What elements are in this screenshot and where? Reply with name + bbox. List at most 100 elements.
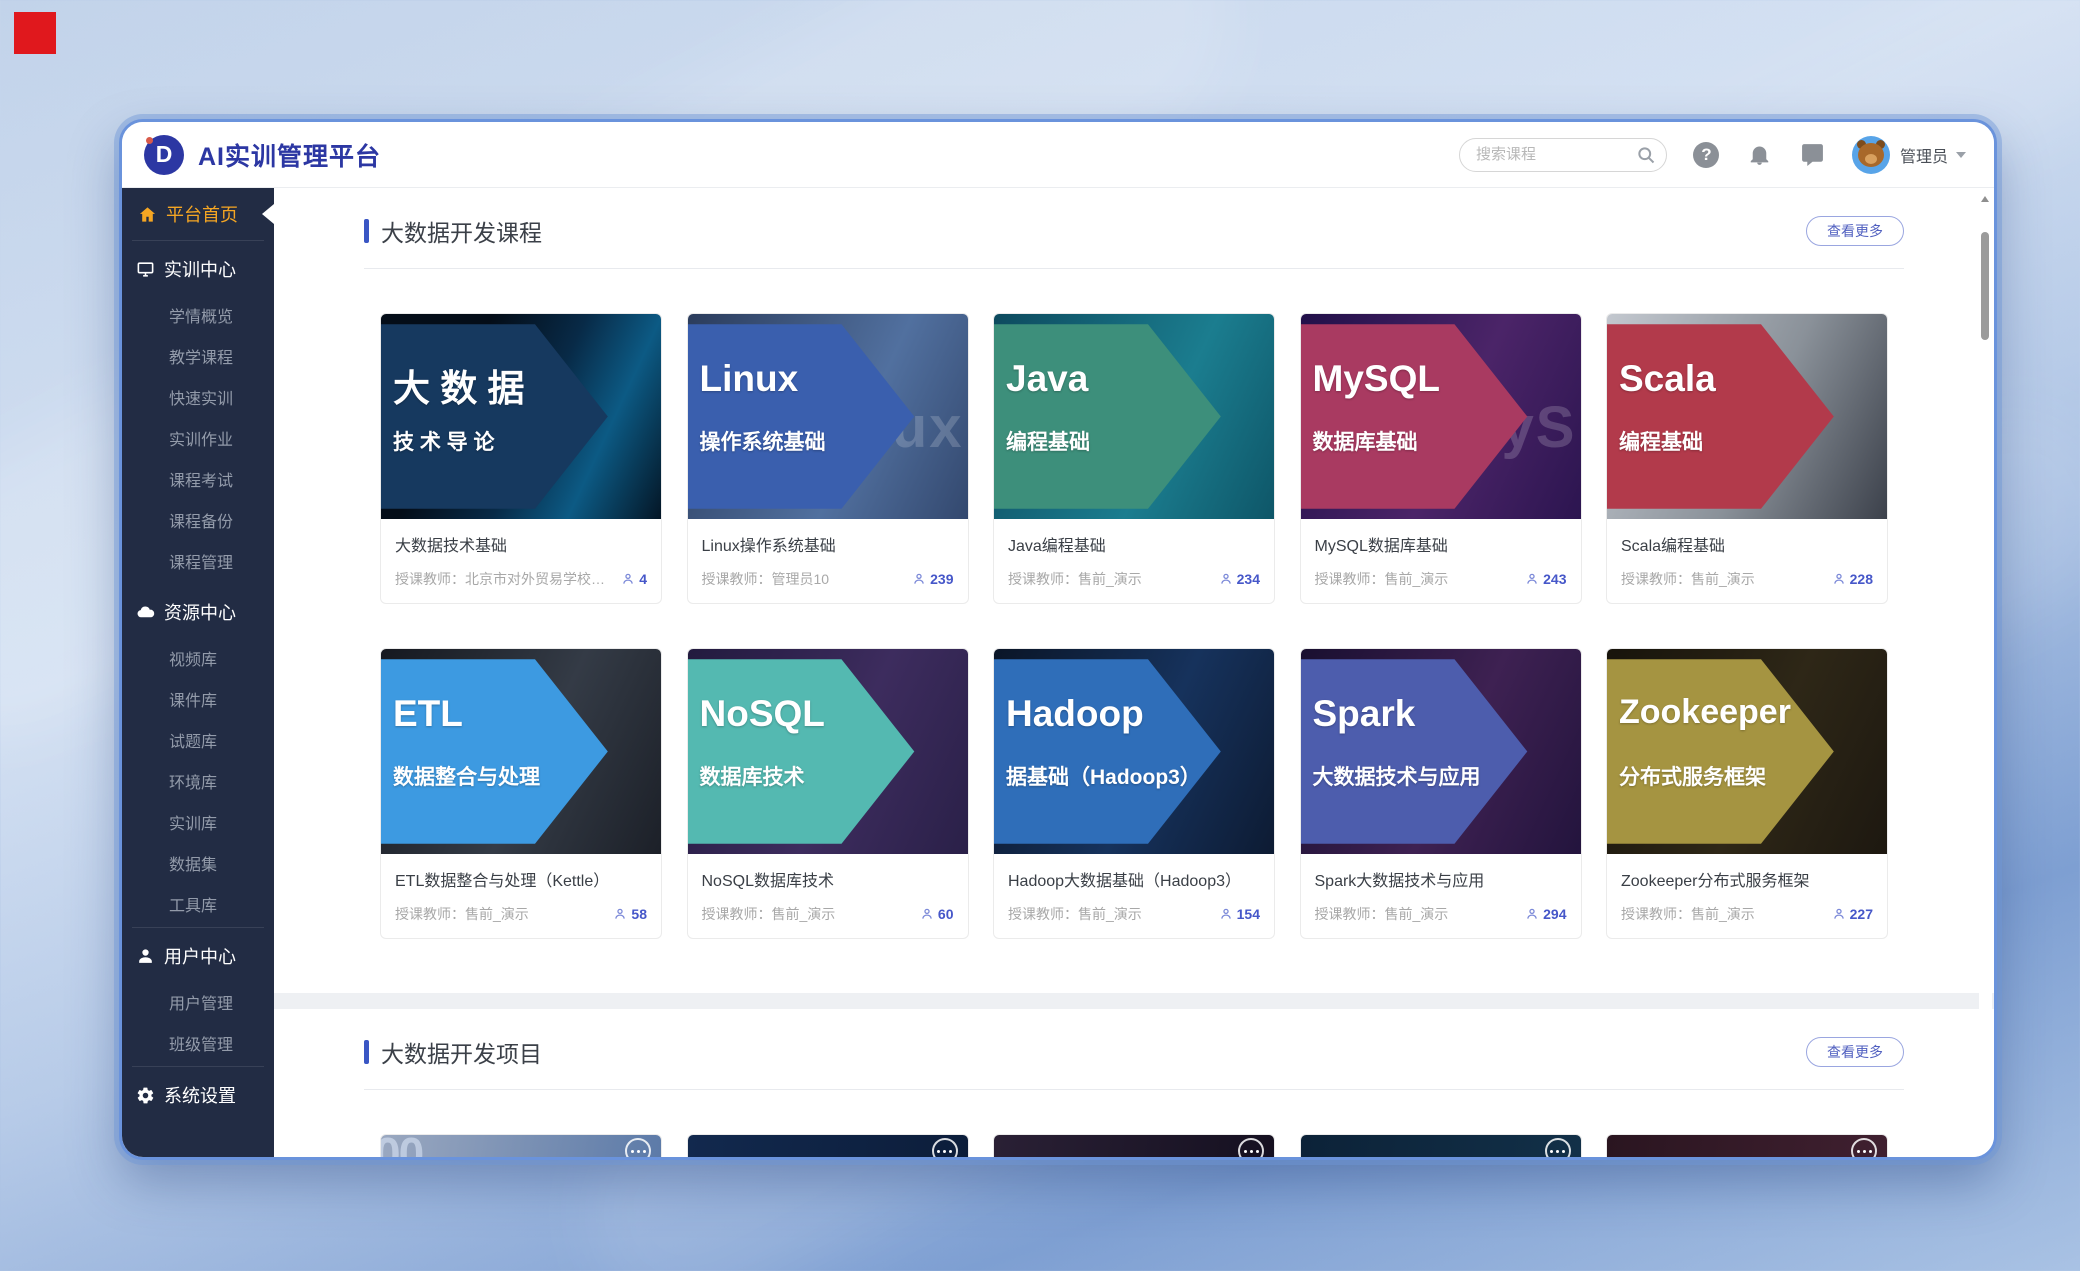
bell-icon[interactable] bbox=[1746, 141, 1773, 168]
cover-subtitle: 数据整合与处理 bbox=[393, 761, 540, 791]
sidebar-group-resources[interactable]: 资源中心 bbox=[122, 584, 274, 640]
sidebar-item[interactable]: 课件库 bbox=[122, 681, 274, 722]
app-title: AI实训管理平台 bbox=[198, 137, 381, 173]
message-icon[interactable] bbox=[1799, 141, 1826, 168]
person-icon bbox=[1832, 907, 1846, 921]
student-count: 227 bbox=[1832, 906, 1873, 922]
divider bbox=[364, 268, 1904, 269]
person-icon bbox=[920, 907, 934, 921]
project-cover-image bbox=[1301, 1135, 1581, 1157]
monitor-icon bbox=[136, 260, 155, 279]
view-more-button[interactable]: 查看更多 bbox=[1806, 216, 1904, 246]
course-cover-image: MyS MySQL 数据库基础 bbox=[1301, 314, 1581, 519]
main-content: 大数据开发课程 查看更多 大 数 据 技 术 导 论 大数据技术基础 授课教 bbox=[274, 188, 1994, 1157]
person-icon bbox=[1219, 572, 1233, 586]
user-avatar[interactable] bbox=[1852, 136, 1890, 174]
cover-arrow-shape bbox=[1607, 649, 1887, 854]
course-cover-image: Scala 编程基础 bbox=[1607, 314, 1887, 519]
student-count: 228 bbox=[1832, 571, 1873, 587]
chevron-down-icon[interactable] bbox=[1956, 152, 1966, 158]
active-notch bbox=[262, 204, 274, 224]
sidebar-item[interactable]: 用户管理 bbox=[122, 984, 274, 1025]
project-card[interactable]: 大数据开发案例 bbox=[687, 1134, 969, 1157]
course-cover-image: Hadoop 据基础（Hadoop3） bbox=[994, 649, 1274, 854]
sidebar-group-settings[interactable]: 系统设置 bbox=[122, 1067, 274, 1123]
cover-title: Linux bbox=[700, 358, 799, 400]
course-card[interactable]: inux Linux 操作系统基础 Linux操作系统基础 授课教师：管理员10… bbox=[687, 313, 969, 604]
project-card[interactable]: 大数据开发案例 bbox=[1300, 1134, 1582, 1157]
person-icon bbox=[1525, 572, 1539, 586]
course-card[interactable]: Java 编程基础 Java编程基础 授课教师：售前_演示 234 bbox=[993, 313, 1275, 604]
course-teacher: 授课教师：售前_演示 bbox=[702, 904, 912, 924]
sidebar-item[interactable]: 教学课程 bbox=[122, 338, 274, 379]
course-card[interactable]: MyS MySQL 数据库基础 MySQL数据库基础 授课教师：售前_演示 24… bbox=[1300, 313, 1582, 604]
person-icon bbox=[1525, 907, 1539, 921]
sidebar-item[interactable]: 数据集 bbox=[122, 845, 274, 886]
cloud-icon bbox=[136, 603, 155, 622]
cover-title: MySQL bbox=[1313, 358, 1440, 400]
person-icon bbox=[912, 572, 926, 586]
sidebar-group-label: 系统设置 bbox=[164, 1082, 236, 1108]
user-icon bbox=[136, 947, 155, 966]
course-card[interactable]: Scala 编程基础 Scala编程基础 授课教师：售前_演示 228 bbox=[1606, 313, 1888, 604]
search-icon[interactable] bbox=[1636, 145, 1656, 165]
help-icon[interactable]: ? bbox=[1693, 141, 1720, 168]
course-cover-image: Spark 大数据技术与应用 bbox=[1301, 649, 1581, 854]
project-cover-image bbox=[1607, 1135, 1887, 1157]
project-card[interactable]: 大数据开发案例 bbox=[993, 1134, 1275, 1157]
course-teacher: 授课教师：售前_演示 bbox=[1315, 569, 1518, 589]
section-title: 大数据开发项目 bbox=[381, 1035, 1806, 1069]
course-teacher: 授课教师：售前_演示 bbox=[1008, 904, 1211, 924]
sidebar-item[interactable]: 实训作业 bbox=[122, 420, 274, 461]
sidebar-item-home[interactable]: 平台首页 bbox=[122, 188, 274, 240]
sidebar-item[interactable]: 班级管理 bbox=[122, 1025, 274, 1066]
cover-subtitle: 数据库技术 bbox=[700, 761, 805, 791]
course-card[interactable]: ETL 数据整合与处理 ETL数据整合与处理（Kettle） 授课教师：售前_演… bbox=[380, 648, 662, 939]
course-card[interactable]: Spark 大数据技术与应用 Spark大数据技术与应用 授课教师：售前_演示 … bbox=[1300, 648, 1582, 939]
search-box bbox=[1459, 138, 1667, 172]
course-card[interactable]: Hadoop 据基础（Hadoop3） Hadoop大数据基础（Hadoop3）… bbox=[993, 648, 1275, 939]
scrollbar-up-arrow-icon[interactable] bbox=[1981, 196, 1989, 202]
sidebar-item[interactable]: 实训库 bbox=[122, 804, 274, 845]
cover-title: Spark bbox=[1313, 693, 1416, 735]
sidebar-item[interactable]: 学情概览 bbox=[122, 297, 274, 338]
sidebar-group-training[interactable]: 实训中心 bbox=[122, 241, 274, 297]
course-card[interactable]: NoSQL 数据库技术 NoSQL数据库技术 授课教师：售前_演示 60 bbox=[687, 648, 969, 939]
project-card[interactable]: 00 大数据开发案例 bbox=[380, 1134, 662, 1157]
scrollbar-thumb[interactable] bbox=[1981, 232, 1989, 340]
sidebar-item[interactable]: 环境库 bbox=[122, 763, 274, 804]
scrollbar[interactable] bbox=[1979, 192, 1992, 1153]
course-card[interactable]: Zookeeper 分布式服务框架 Zookeeper分布式服务框架 授课教师：… bbox=[1606, 648, 1888, 939]
cover-subtitle: 操作系统基础 bbox=[700, 426, 826, 456]
sidebar-item[interactable]: 课程管理 bbox=[122, 543, 274, 584]
course-card[interactable]: 大 数 据 技 术 导 论 大数据技术基础 授课教师：北京市对外贸易学校教...… bbox=[380, 313, 662, 604]
user-name[interactable]: 管理员 bbox=[1900, 143, 1948, 167]
sidebar-item[interactable]: 工具库 bbox=[122, 886, 274, 927]
view-more-button[interactable]: 查看更多 bbox=[1806, 1037, 1904, 1067]
sidebar-item[interactable]: 课程考试 bbox=[122, 461, 274, 502]
sidebar-item[interactable]: 试题库 bbox=[122, 722, 274, 763]
app-window: D AI实训管理平台 ? 管理员 平台首页 bbox=[119, 119, 1997, 1160]
project-cover-image bbox=[688, 1135, 968, 1157]
sidebar-group-users[interactable]: 用户中心 bbox=[122, 928, 274, 984]
cover-title: ETL bbox=[393, 693, 463, 735]
sidebar-item[interactable]: 视频库 bbox=[122, 640, 274, 681]
section-accent-bar bbox=[364, 219, 369, 243]
cover-subtitle: 编程基础 bbox=[1619, 426, 1703, 456]
sidebar-item[interactable]: 课程备份 bbox=[122, 502, 274, 543]
cover-title: Zookeeper bbox=[1619, 693, 1791, 732]
cover-arrow-shape bbox=[994, 649, 1274, 854]
course-cover-image: ETL 数据整合与处理 bbox=[381, 649, 661, 854]
student-count: 234 bbox=[1219, 571, 1260, 587]
project-card-grid: 00 大数据开发案例 大数据开发案例 bbox=[380, 1134, 1888, 1157]
sidebar-group-label: 用户中心 bbox=[164, 943, 236, 969]
gear-icon bbox=[136, 1086, 155, 1105]
course-title: 大数据技术基础 bbox=[395, 532, 647, 556]
sidebar-item[interactable]: 快速实训 bbox=[122, 379, 274, 420]
student-count: 154 bbox=[1219, 906, 1260, 922]
course-cover-image: Java 编程基础 bbox=[994, 314, 1274, 519]
course-teacher: 授课教师：售前_演示 bbox=[1008, 569, 1211, 589]
app-logo-icon: D bbox=[144, 135, 184, 175]
person-icon bbox=[1219, 907, 1233, 921]
project-card[interactable]: 大数据开发案例 bbox=[1606, 1134, 1888, 1157]
